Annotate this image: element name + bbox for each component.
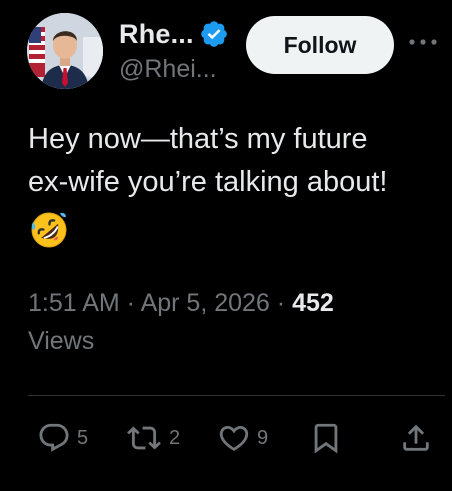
reply-button[interactable]: 5: [36, 420, 88, 456]
author-name-row[interactable]: Rhe...: [119, 17, 229, 51]
tweet-meta: 1:51 AM · Apr 5, 2026 · 452 Views: [28, 284, 448, 360]
more-horizontal-icon: [409, 39, 437, 45]
views-label: Views: [28, 327, 95, 355]
bookmark-icon: [314, 423, 338, 454]
tweet-text-line: Hey now—that’s my future: [28, 123, 368, 155]
more-options-button[interactable]: [405, 30, 441, 54]
tweet-detail: Rhe... @Rhei... Follow Hey now—that’s my…: [0, 0, 452, 491]
share-button[interactable]: [398, 420, 434, 456]
heart-icon: [219, 425, 249, 451]
views-count: 452: [292, 289, 334, 317]
repost-count: 2: [169, 426, 181, 449]
tweet-text-line: ex-wife you’re talking about!: [28, 166, 388, 198]
meta-separator: ·: [119, 289, 141, 317]
author-handle[interactable]: @Rhei...: [119, 55, 217, 84]
tweet-date[interactable]: Apr 5, 2026: [141, 289, 270, 317]
share-icon: [403, 424, 429, 451]
author-display-name[interactable]: Rhe...: [119, 19, 194, 50]
follow-button[interactable]: Follow: [246, 16, 394, 74]
bookmark-button[interactable]: [308, 420, 344, 456]
repost-button[interactable]: 2: [124, 420, 180, 456]
rolling-on-floor-laughing-emoji-icon: [28, 209, 70, 251]
avatar[interactable]: [27, 13, 103, 89]
repost-icon: [127, 426, 161, 450]
divider: [28, 395, 445, 396]
tweet-time[interactable]: 1:51 AM: [28, 289, 120, 317]
like-count: 9: [257, 426, 269, 449]
reply-count: 5: [77, 426, 89, 449]
verified-badge-icon: [199, 19, 229, 49]
like-button[interactable]: 9: [216, 420, 268, 456]
reply-icon: [39, 423, 69, 452]
avatar-photo: [27, 13, 103, 89]
meta-separator: ·: [269, 289, 293, 317]
tweet-text: Hey now—that’s my future ex-wife you’re …: [28, 118, 443, 204]
